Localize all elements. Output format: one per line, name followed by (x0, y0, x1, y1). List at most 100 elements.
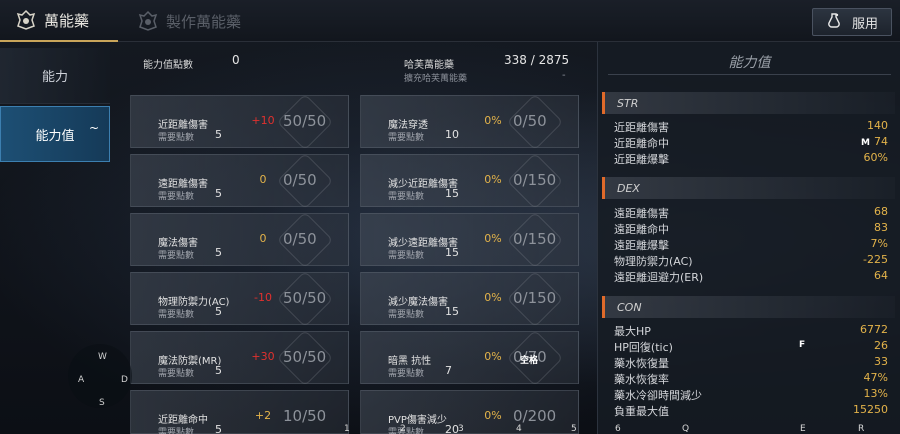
stat-progress: 0/150 (513, 171, 557, 189)
required-points-label: 需要點數 (388, 310, 425, 320)
tab-craft-elixir-label: 製作萬能藥 (166, 12, 242, 31)
stat-card[interactable]: 減少魔法傷害 需要點數 15 0% 0/150 (360, 270, 579, 328)
stat-bonus: +10 (251, 114, 275, 127)
stat-row-value: 83 (874, 221, 888, 234)
stat-row: 遠距離傷害 68 (614, 205, 888, 220)
stat-row-label: 遠距離傷害 (614, 207, 669, 220)
stat-bonus: 0% (484, 291, 502, 304)
required-points-label: 需要點數 (158, 310, 195, 320)
stat-row-value: 60% (863, 151, 888, 164)
stat-card[interactable]: 魔法傷害 需要點數 5 0 0/50 (130, 211, 349, 269)
key-space: 空格 (520, 356, 539, 366)
stat-row-label: 藥水冷卻時間減少 (614, 389, 702, 402)
stat-row-value: 47% (863, 371, 888, 384)
key-w: W (98, 352, 107, 362)
hotkey-slot[interactable]: 1 (344, 424, 350, 434)
stats-panel-title: 能力值 (728, 55, 771, 71)
stat-name: 遠距離傷害 (158, 179, 208, 190)
stat-row-label: 近距離命中 (614, 137, 669, 150)
stat-name: 魔法防禦(MR) (158, 356, 222, 367)
menu-badge: ~ (88, 121, 99, 135)
use-button[interactable]: 服用 (812, 8, 892, 36)
menu-item-label: 能力 (41, 70, 68, 85)
stat-row-value: 7% (870, 237, 888, 250)
stat-bonus: 0% (484, 232, 502, 245)
stat-progress: 50/50 (283, 112, 327, 130)
stat-bonus: 0 (259, 173, 267, 186)
stat-progress: 0/200 (513, 407, 557, 425)
tab-elixir[interactable]: 萬能藥 (0, 0, 118, 42)
stat-row-label: 最大HP (614, 325, 651, 338)
required-points-value: 5 (215, 128, 222, 141)
stat-card[interactable]: 魔法穿透 需要點數 10 0% 0/50 (360, 93, 579, 151)
stat-row: 近距離傷害 140 (614, 119, 888, 134)
menu-item-label: 能力值 (35, 128, 75, 144)
expand-label: 擴充哈芙萬能藥 (404, 74, 468, 84)
key-f: F (799, 340, 806, 350)
stat-row-value: 26 (874, 339, 888, 352)
hotkey-slot[interactable]: 4 (516, 424, 522, 434)
stat-card[interactable]: 近距離傷害 需要點數 5 +10 50/50 (130, 93, 349, 151)
points-value: 0 (232, 53, 240, 67)
stat-row-value: 140 (867, 119, 888, 132)
stat-row-label: 藥水恢復量 (614, 357, 669, 370)
required-points-value: 10 (445, 128, 459, 141)
section-name: CON (617, 300, 642, 314)
hotkey-slot[interactable]: 3 (458, 424, 464, 434)
hotkey-slot[interactable]: Q (682, 424, 689, 434)
stat-row-value: 6772 (860, 323, 888, 336)
stat-row-value: 64 (874, 269, 888, 282)
menu-item-ability[interactable]: 能力 (0, 48, 110, 104)
required-points-label: 需要點數 (388, 133, 425, 143)
stat-row-label: 遠距離命中 (614, 223, 669, 236)
stat-bonus: -10 (254, 291, 272, 304)
stat-row: 物理防禦力(AC) -225 (614, 253, 888, 268)
stat-row-value: 15250 (853, 403, 888, 416)
hotkey-slot[interactable]: 2 (400, 424, 406, 434)
stat-row: 近距離命中 74 (614, 135, 888, 150)
hotkey-slot[interactable]: 5 (571, 424, 577, 434)
hotkey-slot[interactable]: E (800, 424, 806, 434)
divider (608, 74, 891, 75)
stat-card[interactable]: PVP傷害減少 需要點數 20 0% 0/200 (360, 390, 579, 434)
potion-icon (826, 12, 842, 32)
crest-icon (14, 8, 38, 32)
stat-row: 藥水恢復量 33 (614, 355, 888, 370)
stat-row-label: 負重最大值 (614, 405, 669, 418)
stat-row: 近距離爆擊 60% (614, 151, 888, 166)
stat-row-label: 遠距離迴避力(ER) (614, 271, 704, 284)
stat-bonus: +30 (251, 350, 275, 363)
menu-item-stats[interactable]: 能力值 ~ (0, 106, 110, 162)
hotkey-slot[interactable]: 6 (615, 424, 621, 434)
hotkey-slot[interactable]: R (858, 424, 864, 434)
stat-row-value: 13% (863, 387, 888, 400)
key-s: S (99, 398, 105, 408)
stat-progress: 0/50 (283, 230, 317, 248)
expand-value: - (562, 70, 566, 81)
crest-icon (136, 9, 160, 33)
stat-row: 藥水恢復率 47% (614, 371, 888, 386)
stat-card[interactable]: 物理防禦力(AC) 需要點數 5 -10 50/50 (130, 270, 349, 328)
stat-row-label: HP回復(tic) (614, 341, 673, 354)
stat-bonus: 0% (484, 173, 502, 186)
stat-row: 遠距離爆擊 7% (614, 237, 888, 252)
stat-card[interactable]: 近距離命中 需要點數 5 +2 10/50 (130, 390, 349, 434)
stat-name: PVP傷害減少 (388, 415, 447, 426)
stat-bonus: 0% (484, 114, 502, 127)
stat-row: 遠距離迴避力(ER) 64 (614, 269, 888, 284)
stat-row-value: 33 (874, 355, 888, 368)
stat-name: 近距離傷害 (158, 120, 208, 131)
stat-card[interactable]: 遠距離傷害 需要點數 5 0 0/50 (130, 152, 349, 210)
stat-card[interactable]: 魔法防禦(MR) 需要點數 5 +30 50/50 (130, 329, 349, 387)
required-points-value: 20 (445, 423, 459, 434)
required-points-value: 5 (215, 305, 222, 318)
section-header-str: STR (602, 92, 895, 114)
stat-progress: 0/50 (283, 171, 317, 189)
stat-card[interactable]: 減少近距離傷害 需要點數 15 0% 0/150 (360, 152, 579, 210)
required-points-label: 需要點數 (388, 192, 425, 202)
tab-craft-elixir[interactable]: 製作萬能藥 (130, 0, 241, 42)
stat-card[interactable]: 減少遠距離傷害 需要點數 15 0% 0/150 (360, 211, 579, 269)
required-points-label: 需要點數 (158, 251, 195, 261)
stat-bonus: 0% (484, 409, 502, 422)
stat-card[interactable]: 暗黑 抗性 需要點數 7 0% 0/70 (360, 329, 579, 387)
